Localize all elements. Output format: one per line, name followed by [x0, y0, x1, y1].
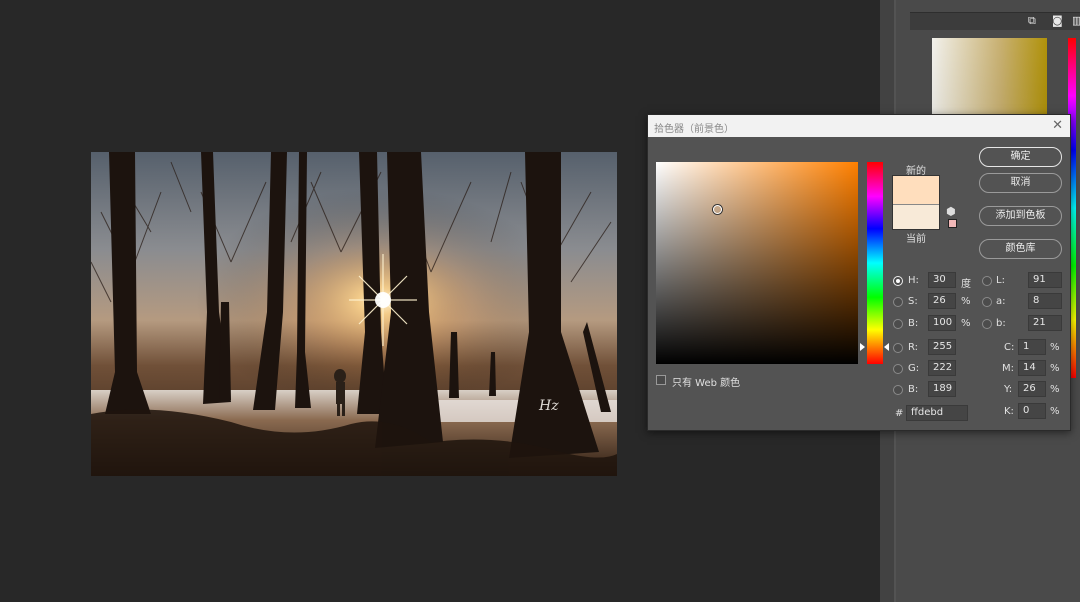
out-of-gamut-cube-icon[interactable]: ⬢ [946, 205, 956, 218]
cyan-input[interactable]: 1 [1018, 339, 1046, 355]
ok-button[interactable]: 确定 [979, 147, 1062, 167]
add-to-swatches-button[interactable]: 添加到色板 [979, 206, 1062, 226]
radio-saturation[interactable] [893, 297, 903, 307]
lab-a-label: a: [996, 296, 1006, 307]
hue-input[interactable]: 30 [928, 272, 956, 288]
radio-red[interactable] [893, 343, 903, 353]
web-safe-warning-swatch[interactable] [948, 219, 957, 228]
current-color-swatch[interactable] [893, 204, 939, 229]
radio-hue[interactable] [893, 276, 903, 286]
saturation-unit: % [961, 296, 971, 307]
cyan-label: C: [1004, 342, 1015, 353]
magenta-unit: % [1050, 363, 1060, 374]
radio-lab-b[interactable] [982, 319, 992, 329]
black-unit: % [1050, 406, 1060, 417]
watermark-signature: Hz [539, 398, 559, 414]
brightness-label: B: [908, 318, 919, 329]
close-icon[interactable]: ✕ [1052, 118, 1063, 133]
hex-hash-label: # [895, 408, 904, 419]
hue-label: H: [908, 275, 919, 286]
trash-icon[interactable]: ▥ [1072, 14, 1080, 27]
red-label: R: [908, 342, 919, 353]
lab-b-label: b: [996, 318, 1006, 329]
color-cursor[interactable] [713, 205, 722, 214]
radio-lightness[interactable] [982, 276, 992, 286]
dialog-titlebar[interactable]: 拾色器（前景色） ✕ [648, 115, 1070, 137]
dialog-title: 拾色器（前景色） [654, 124, 734, 135]
brightness-unit: % [961, 318, 971, 329]
saturation-brightness-field[interactable] [656, 162, 858, 364]
radio-brightness[interactable] [893, 319, 903, 329]
yellow-unit: % [1050, 384, 1060, 395]
yellow-input[interactable]: 26 [1018, 381, 1046, 397]
magenta-label: M: [1002, 363, 1014, 374]
green-input[interactable]: 222 [928, 360, 956, 376]
lab-l-label: L: [996, 275, 1005, 286]
hex-input[interactable]: ffdebd [906, 405, 968, 421]
panel-color-field[interactable] [932, 38, 1047, 114]
color-libraries-button[interactable]: 颜色库 [979, 239, 1062, 259]
red-input[interactable]: 255 [928, 339, 956, 355]
lab-b-input[interactable]: 21 [1028, 315, 1062, 331]
camera-icon[interactable]: ◙ [1052, 14, 1063, 27]
color-picker-dialog: 拾色器（前景色） ✕ 新的 当前 ⬢ 确定 取消 添加到色板 颜色库 H: 30… [647, 114, 1071, 431]
forest-scene-image [91, 152, 617, 476]
brightness-input[interactable]: 100 [928, 315, 956, 331]
lab-l-input[interactable]: 91 [1028, 272, 1062, 288]
cancel-button[interactable]: 取消 [979, 173, 1062, 193]
hue-unit: 度 [961, 279, 971, 290]
new-color-swatch [893, 176, 939, 204]
lab-a-input[interactable]: 8 [1028, 293, 1062, 309]
magenta-input[interactable]: 14 [1018, 360, 1046, 376]
radio-green[interactable] [893, 364, 903, 374]
web-only-label: 只有 Web 颜色 [672, 378, 741, 389]
black-input[interactable]: 0 [1018, 403, 1046, 419]
layers-add-icon[interactable]: ⧉ [1028, 14, 1036, 28]
saturation-input[interactable]: 26 [928, 293, 956, 309]
green-label: G: [908, 363, 920, 374]
radio-lab-a[interactable] [982, 297, 992, 307]
saturation-label: S: [908, 296, 918, 307]
yellow-label: Y: [1004, 384, 1013, 395]
current-color-label: 当前 [906, 234, 926, 245]
web-only-checkbox[interactable] [656, 375, 666, 385]
radio-blue[interactable] [893, 385, 903, 395]
blue-input[interactable]: 189 [928, 381, 956, 397]
hue-slider-arrow-right[interactable] [884, 343, 889, 351]
blue-label: B: [908, 384, 919, 395]
cyan-unit: % [1050, 342, 1060, 353]
black-label: K: [1004, 406, 1014, 417]
hue-slider[interactable] [867, 162, 883, 364]
hue-slider-arrow-left[interactable] [860, 343, 865, 351]
forest-photo: Hz [91, 152, 617, 476]
